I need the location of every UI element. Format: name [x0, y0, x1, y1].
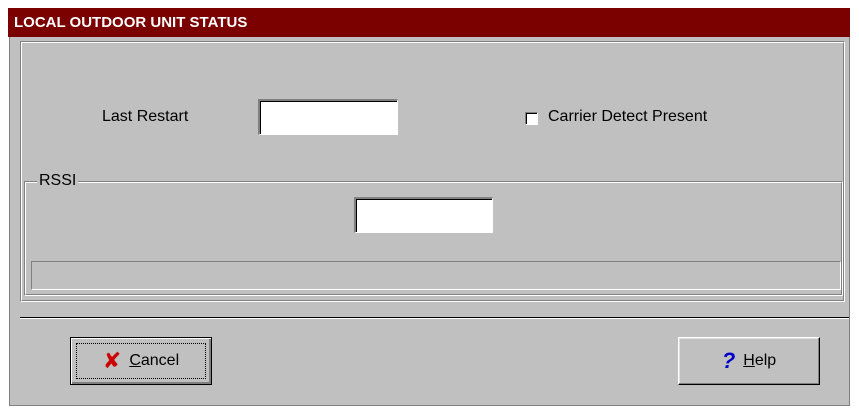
window-title: LOCAL OUTDOOR UNIT STATUS: [14, 14, 248, 31]
carrier-detect-label[interactable]: Carrier Detect Present: [548, 108, 707, 126]
question-mark-icon: ?: [721, 348, 736, 373]
last-restart-field[interactable]: [258, 99, 398, 135]
button-separator: [20, 317, 849, 319]
rssi-progress-bar: [31, 261, 841, 290]
rssi-legend: RSSI: [37, 172, 79, 190]
rssi-field[interactable]: [354, 197, 493, 233]
help-button-label: Help: [743, 352, 776, 370]
help-label-rest: elp: [754, 352, 777, 369]
red-x-icon: ✘: [102, 348, 122, 373]
help-accel-key: H: [743, 352, 755, 369]
cancel-button-label: Cancel: [129, 352, 179, 370]
cancel-accel-key: C: [129, 352, 141, 369]
last-restart-label: Last Restart: [102, 108, 189, 125]
cancel-button[interactable]: ✘ Cancel: [70, 337, 212, 385]
title-bar: LOCAL OUTDOOR UNIT STATUS: [8, 8, 850, 37]
cancel-label-rest: ancel: [140, 352, 180, 369]
help-button[interactable]: ? Help: [678, 337, 820, 385]
carrier-detect-checkbox[interactable]: [525, 112, 538, 125]
